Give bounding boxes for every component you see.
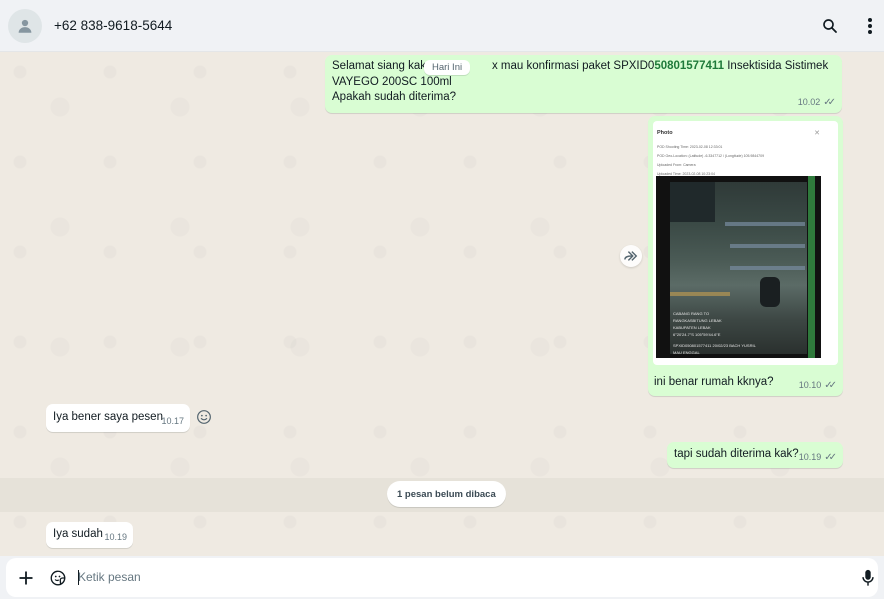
message-text: Iya bener saya pesen bbox=[53, 411, 163, 423]
photo-overlay-text: MAU ENGGAL bbox=[673, 350, 700, 354]
more-vertical-icon bbox=[868, 18, 872, 34]
message-meta: 10.02 ✓✓ bbox=[798, 95, 836, 111]
message-meta: 10.19 ✓✓ bbox=[799, 450, 837, 466]
message-text: Iya sudah bbox=[53, 528, 103, 540]
message-bubble-image[interactable]: Photo ✕ POD Shooting Time: 2023-02-08 12… bbox=[648, 116, 843, 396]
voice-message-button[interactable] bbox=[858, 568, 878, 588]
image-caption: ini benar rumah kknya? bbox=[654, 376, 774, 388]
message-bubble-incoming[interactable]: Iya sudah 10.19 bbox=[46, 522, 133, 548]
sticker-button[interactable] bbox=[48, 568, 68, 588]
message-meta: 10.19 bbox=[104, 530, 127, 546]
message-time: 10.02 bbox=[797, 96, 821, 107]
message-text-line3: Apakah sudah diterima? bbox=[332, 91, 457, 103]
door-frame bbox=[808, 176, 815, 358]
sticker-icon bbox=[50, 570, 66, 586]
message-meta: 10.17 bbox=[161, 414, 184, 430]
message-bubble-outgoing[interactable]: Selamat siang kak x mau konfirmasi paket … bbox=[325, 55, 842, 113]
unread-messages-chip: 1 pesan belum dibaca bbox=[387, 481, 506, 507]
shop-interior-photo: CABANG RANG TO RANGKASBITUNG LEBAK KABUP… bbox=[670, 182, 807, 354]
message-list[interactable]: Selamat siang kak x mau konfirmasi paket … bbox=[0, 52, 884, 556]
search-icon bbox=[823, 19, 837, 33]
message-bubble-incoming[interactable]: Iya bener saya pesen 10.17 bbox=[46, 404, 190, 432]
composer-bar bbox=[0, 556, 884, 599]
plus-icon bbox=[19, 571, 33, 585]
attach-button[interactable] bbox=[16, 568, 36, 588]
photo-close-icon: ✕ bbox=[814, 130, 820, 137]
message-text-line2: VAYEGO 200SC 100ml bbox=[332, 75, 452, 88]
message-meta: 10.10 ✓✓ bbox=[799, 378, 837, 394]
double-check-icon: ✓✓ bbox=[823, 96, 836, 108]
contact-name[interactable]: +62 838-9618-5644 bbox=[54, 18, 172, 33]
chat-header: +62 838-9618-5644 bbox=[0, 0, 884, 52]
forward-button[interactable] bbox=[620, 245, 642, 267]
menu-button[interactable] bbox=[860, 16, 880, 36]
emoji-icon bbox=[197, 410, 211, 424]
message-time: 10.19 bbox=[104, 531, 127, 542]
tracking-number: 50801577411 bbox=[654, 60, 725, 72]
composer-box bbox=[6, 558, 878, 597]
delivery-photo: CABANG RANG TO RANGKASBITUNG LEBAK KABUP… bbox=[656, 176, 821, 358]
search-button[interactable] bbox=[820, 16, 840, 36]
person-icon bbox=[18, 19, 32, 33]
message-time: 10.17 bbox=[161, 415, 184, 426]
double-check-icon: ✓✓ bbox=[824, 451, 837, 463]
microphone-icon bbox=[862, 569, 874, 586]
date-chip: Hari Ini bbox=[424, 60, 471, 75]
message-time: 10.19 bbox=[798, 451, 822, 462]
forward-icon bbox=[624, 251, 638, 261]
double-check-icon: ✓✓ bbox=[824, 379, 837, 391]
image-attachment[interactable]: Photo ✕ POD Shooting Time: 2023-02-08 12… bbox=[653, 121, 838, 365]
message-bubble-outgoing[interactable]: tapi sudah diterima kak? 10.19 ✓✓ bbox=[667, 442, 843, 468]
message-input[interactable] bbox=[78, 566, 838, 588]
message-text: Selamat siang kak x mau konfirmasi paket … bbox=[332, 60, 829, 72]
message-time: 10.10 bbox=[798, 379, 822, 390]
contact-avatar[interactable] bbox=[8, 9, 42, 43]
react-button[interactable] bbox=[195, 408, 213, 426]
message-text: tapi sudah diterima kak? bbox=[674, 448, 799, 460]
